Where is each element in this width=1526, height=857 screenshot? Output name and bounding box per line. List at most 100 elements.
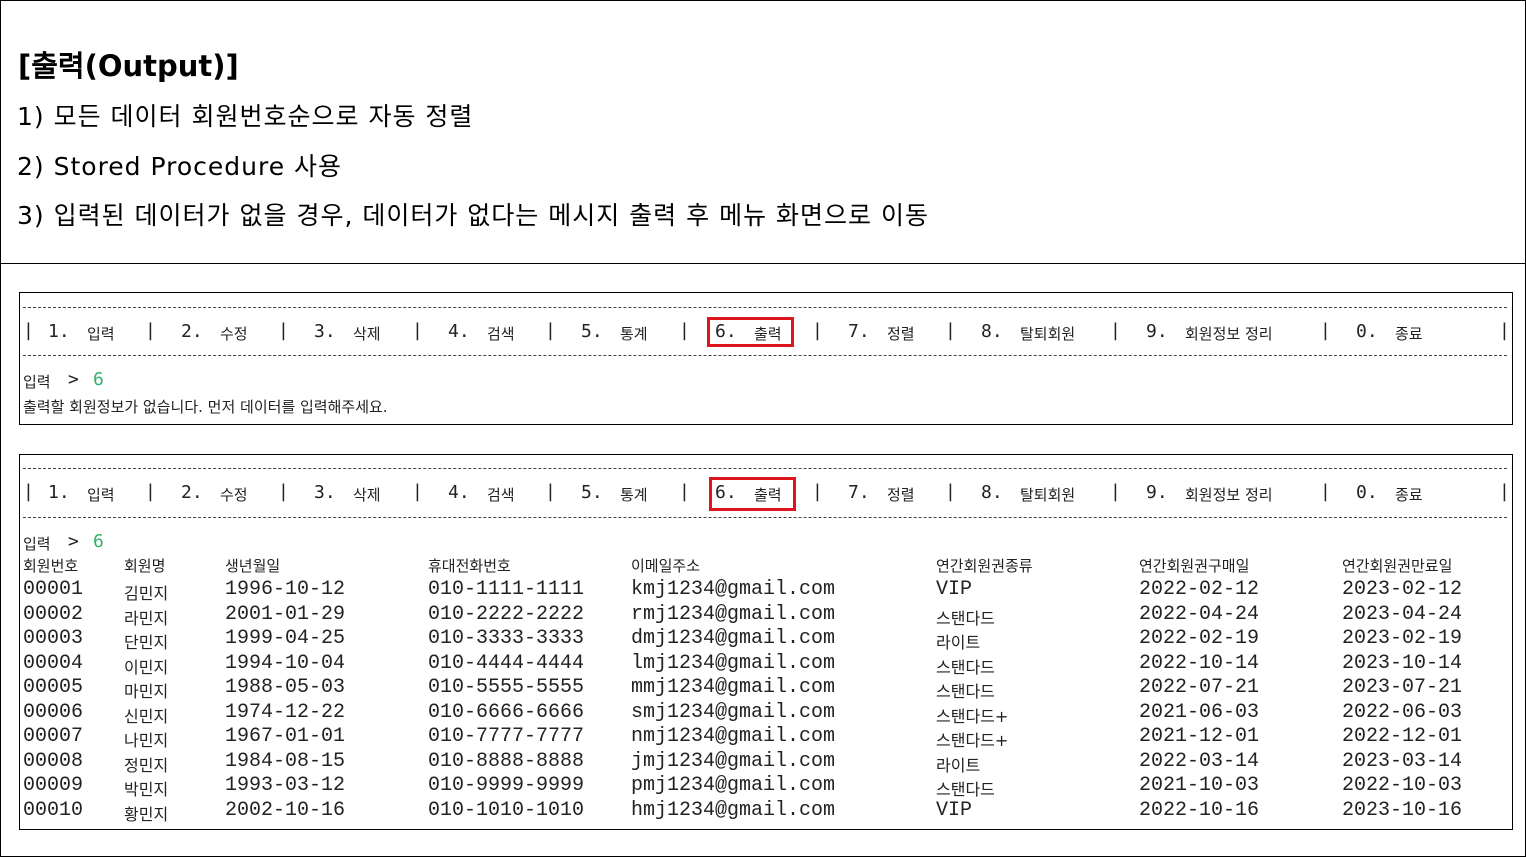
column-header: 생년월일 — [225, 557, 281, 575]
requirement-3: 3) 입력된 데이터가 없을 경우, 데이터가 없다는 메시지 출력 후 메뉴 … — [17, 201, 929, 230]
table-cell: 정민지 — [124, 755, 169, 775]
table-cell: 1967-01-01 — [225, 725, 346, 748]
table-cell: 00004 — [23, 651, 84, 675]
menu-separator: | — [145, 320, 156, 341]
selected-menu-highlight — [709, 477, 796, 511]
console-member-list: | | | | | | | | | | | 1. 입력 2. 수정 3. 삭제 4. 검색 5. 통계 6. 출력 7. 정렬 8… — [19, 454, 1513, 830]
requirement-1: 1) 모든 데이터 회원번호순으로 자동 정렬 — [17, 102, 474, 131]
menu-separator: | — [1110, 481, 1121, 502]
table-cell: 황민지 — [124, 804, 169, 824]
menu-item-label: 정렬 — [887, 325, 915, 343]
menu-item-number: 4. — [448, 482, 470, 503]
menu-item-number: 1. — [48, 482, 70, 503]
table-cell: 스탠다드 — [936, 682, 995, 701]
menu-separator: | — [1499, 320, 1510, 341]
table-cell: 2022-10-14 — [1139, 651, 1260, 675]
menu-item-label: 회원정보 정리 — [1185, 486, 1273, 504]
table-cell: 2022-10-16 — [1139, 798, 1260, 822]
table-cell: 2023-04-24 — [1342, 602, 1463, 626]
table-cell: 스탠다드 — [936, 780, 995, 799]
menu-item-number: 4. — [448, 321, 470, 342]
table-cell: 00001 — [23, 578, 84, 601]
table-cell: 1984-08-15 — [225, 749, 346, 773]
table-cell: 00010 — [23, 798, 84, 822]
menu-item-number: 7. — [848, 321, 870, 342]
menu-item-number: 8. — [981, 321, 1003, 342]
table-cell: VIP — [936, 578, 973, 601]
table-cell: 010-9999-9999 — [428, 774, 585, 797]
menu-item-number: 1. — [48, 321, 70, 342]
prompt-input-value: 6 — [93, 531, 104, 552]
menu-separator: | — [679, 320, 690, 341]
table-cell: 2023-10-14 — [1342, 651, 1463, 675]
table-cell: 00008 — [23, 749, 84, 773]
menu-item-label: 삭제 — [353, 486, 381, 504]
menu-separator: | — [812, 320, 823, 341]
menu-item-label: 통계 — [620, 325, 648, 343]
table-cell: jmj1234@gmail.com — [631, 749, 836, 773]
table-cell: 이민지 — [124, 657, 169, 677]
menu-separator: | — [1110, 320, 1121, 341]
menu-border-top — [23, 307, 1507, 308]
menu-separator: | — [278, 481, 289, 502]
table-cell: 00005 — [23, 676, 84, 699]
table-cell: 나민지 — [124, 731, 169, 750]
menu-item-label: 수정 — [220, 325, 248, 343]
menu-item-label: 탈퇴회원 — [1020, 325, 1076, 343]
menu-item-label: 종료 — [1395, 486, 1423, 504]
table-cell: 신민지 — [124, 706, 169, 726]
table-cell: 2001-01-29 — [225, 602, 346, 626]
menu-separator: | — [679, 481, 690, 502]
table-cell: 2002-10-16 — [225, 798, 346, 822]
table-cell: 010-3333-3333 — [428, 627, 585, 650]
table-cell: 010-1111-1111 — [428, 578, 585, 601]
table-cell: 010-6666-6666 — [428, 700, 585, 724]
table-cell: 2022-06-03 — [1342, 700, 1463, 724]
menu-item-number: 7. — [848, 482, 870, 503]
prompt-label: 입력 — [23, 373, 51, 391]
table-cell: 1974-12-22 — [225, 700, 346, 724]
column-header: 이메일주소 — [631, 557, 701, 575]
menu-separator: | — [812, 481, 823, 502]
table-cell: 2023-10-16 — [1342, 798, 1463, 822]
prompt-symbol: > — [68, 531, 79, 552]
prompt-label: 입력 — [23, 535, 51, 553]
table-cell: smj1234@gmail.com — [631, 700, 836, 724]
menu-separator: | — [545, 320, 556, 341]
table-cell: 스탠다드+ — [936, 731, 1009, 750]
table-cell: 010-8888-8888 — [428, 749, 585, 773]
menu-item-label: 탈퇴회원 — [1020, 486, 1076, 504]
menu-item-label: 검색 — [487, 325, 515, 343]
table-cell: hmj1234@gmail.com — [631, 798, 836, 822]
menu-item-label: 삭제 — [353, 325, 381, 343]
menu-border-top — [23, 468, 1507, 469]
table-cell: 1996-10-12 — [225, 578, 346, 601]
table-cell: 스탠다드 — [936, 608, 995, 628]
table-cell: 2021-12-01 — [1139, 725, 1260, 748]
menu-separator: | — [145, 481, 156, 502]
table-cell: 2023-02-19 — [1342, 627, 1463, 650]
table-cell: VIP — [936, 798, 973, 822]
menu-item-number: 5. — [581, 321, 603, 342]
table-cell: 1994-10-04 — [225, 651, 346, 675]
table-cell: 스탠다드+ — [936, 706, 1009, 726]
table-cell: 010-7777-7777 — [428, 725, 585, 748]
column-header: 연간회원권종류 — [936, 557, 1033, 575]
table-cell: 라이트 — [936, 633, 981, 652]
menu-item-number: 5. — [581, 482, 603, 503]
table-cell: 010-2222-2222 — [428, 602, 585, 626]
menu-item-label: 정렬 — [887, 486, 915, 504]
column-header: 휴대전화번호 — [428, 557, 511, 575]
table-cell: 2023-07-21 — [1342, 676, 1463, 699]
table-cell: 스탠다드 — [936, 657, 995, 677]
menu-item-number: 2. — [181, 482, 203, 503]
table-cell: 1988-05-03 — [225, 676, 346, 699]
menu-item-label: 회원정보 정리 — [1185, 325, 1273, 343]
column-header: 회원명 — [124, 557, 166, 575]
table-cell: 2021-10-03 — [1139, 774, 1260, 797]
menu-separator: | — [1320, 320, 1331, 341]
table-cell: 010-1010-1010 — [428, 798, 585, 822]
menu-border-bottom — [23, 517, 1507, 518]
menu-item-label: 수정 — [220, 486, 248, 504]
table-cell: mmj1234@gmail.com — [631, 676, 836, 699]
